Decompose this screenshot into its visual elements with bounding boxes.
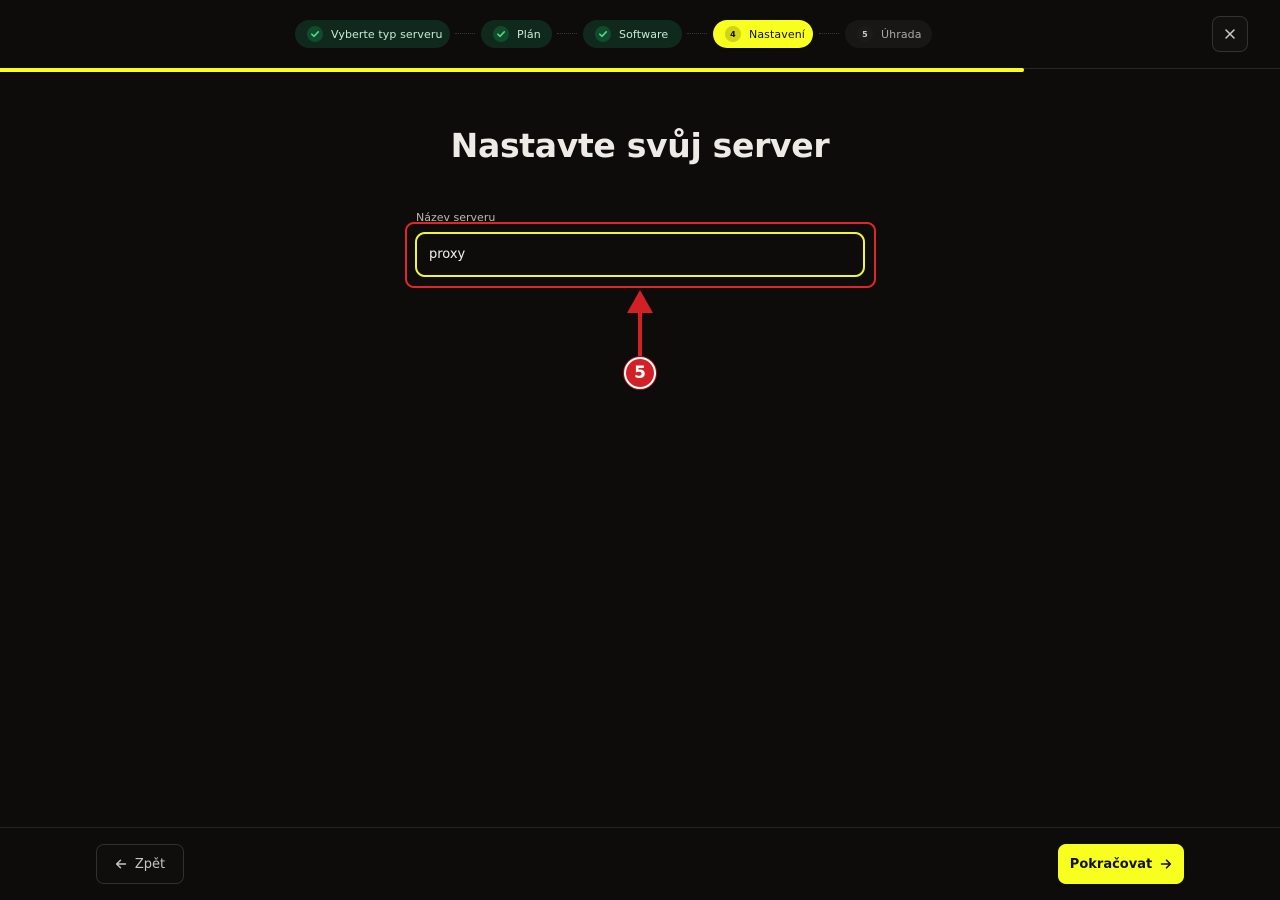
step-plan[interactable]: Plán: [481, 20, 552, 48]
arrow-right-icon: [1160, 859, 1172, 869]
step-label: Plán: [517, 27, 541, 41]
step-payment: 5 Úhrada: [845, 20, 932, 48]
top-bar: Vyberte typ serveru Plán Software 4 Nast…: [0, 0, 1280, 68]
progress-bar: [0, 68, 1024, 72]
step-separator: [455, 33, 475, 35]
back-button-label: Zpět: [134, 856, 166, 872]
annotation-arrow-icon: [627, 290, 653, 358]
step-label: Software: [619, 27, 669, 41]
server-name-input[interactable]: [415, 232, 865, 277]
continue-button-label: Pokračovat: [1069, 856, 1153, 872]
step-number: 4: [725, 26, 741, 42]
step-number: 5: [857, 26, 873, 42]
arrow-left-icon: [115, 859, 127, 869]
step-settings[interactable]: 4 Nastavení: [713, 20, 813, 48]
page-title: Nastavte svůj server: [450, 126, 830, 165]
back-button[interactable]: Zpět: [96, 844, 184, 884]
step-choose-server-type[interactable]: Vyberte typ serveru: [295, 20, 450, 48]
step-label: Úhrada: [881, 27, 922, 41]
check-icon: [595, 26, 611, 42]
close-button[interactable]: [1212, 16, 1248, 52]
step-label: Vyberte typ serveru: [331, 27, 443, 41]
check-icon: [493, 26, 509, 42]
annotation-step-badge: 5: [624, 357, 656, 389]
step-separator: [687, 33, 707, 35]
continue-button[interactable]: Pokračovat: [1058, 844, 1184, 884]
check-icon: [307, 26, 323, 42]
step-separator: [819, 33, 839, 35]
step-software[interactable]: Software: [583, 20, 682, 48]
page: Vyberte typ serveru Plán Software 4 Nast…: [0, 0, 1280, 900]
stepper: Vyberte typ serveru Plán Software 4 Nast…: [0, 20, 1280, 48]
close-icon: [1225, 29, 1235, 39]
step-separator: [557, 33, 577, 35]
footer-divider: [0, 827, 1280, 828]
step-label: Nastavení: [749, 27, 805, 41]
